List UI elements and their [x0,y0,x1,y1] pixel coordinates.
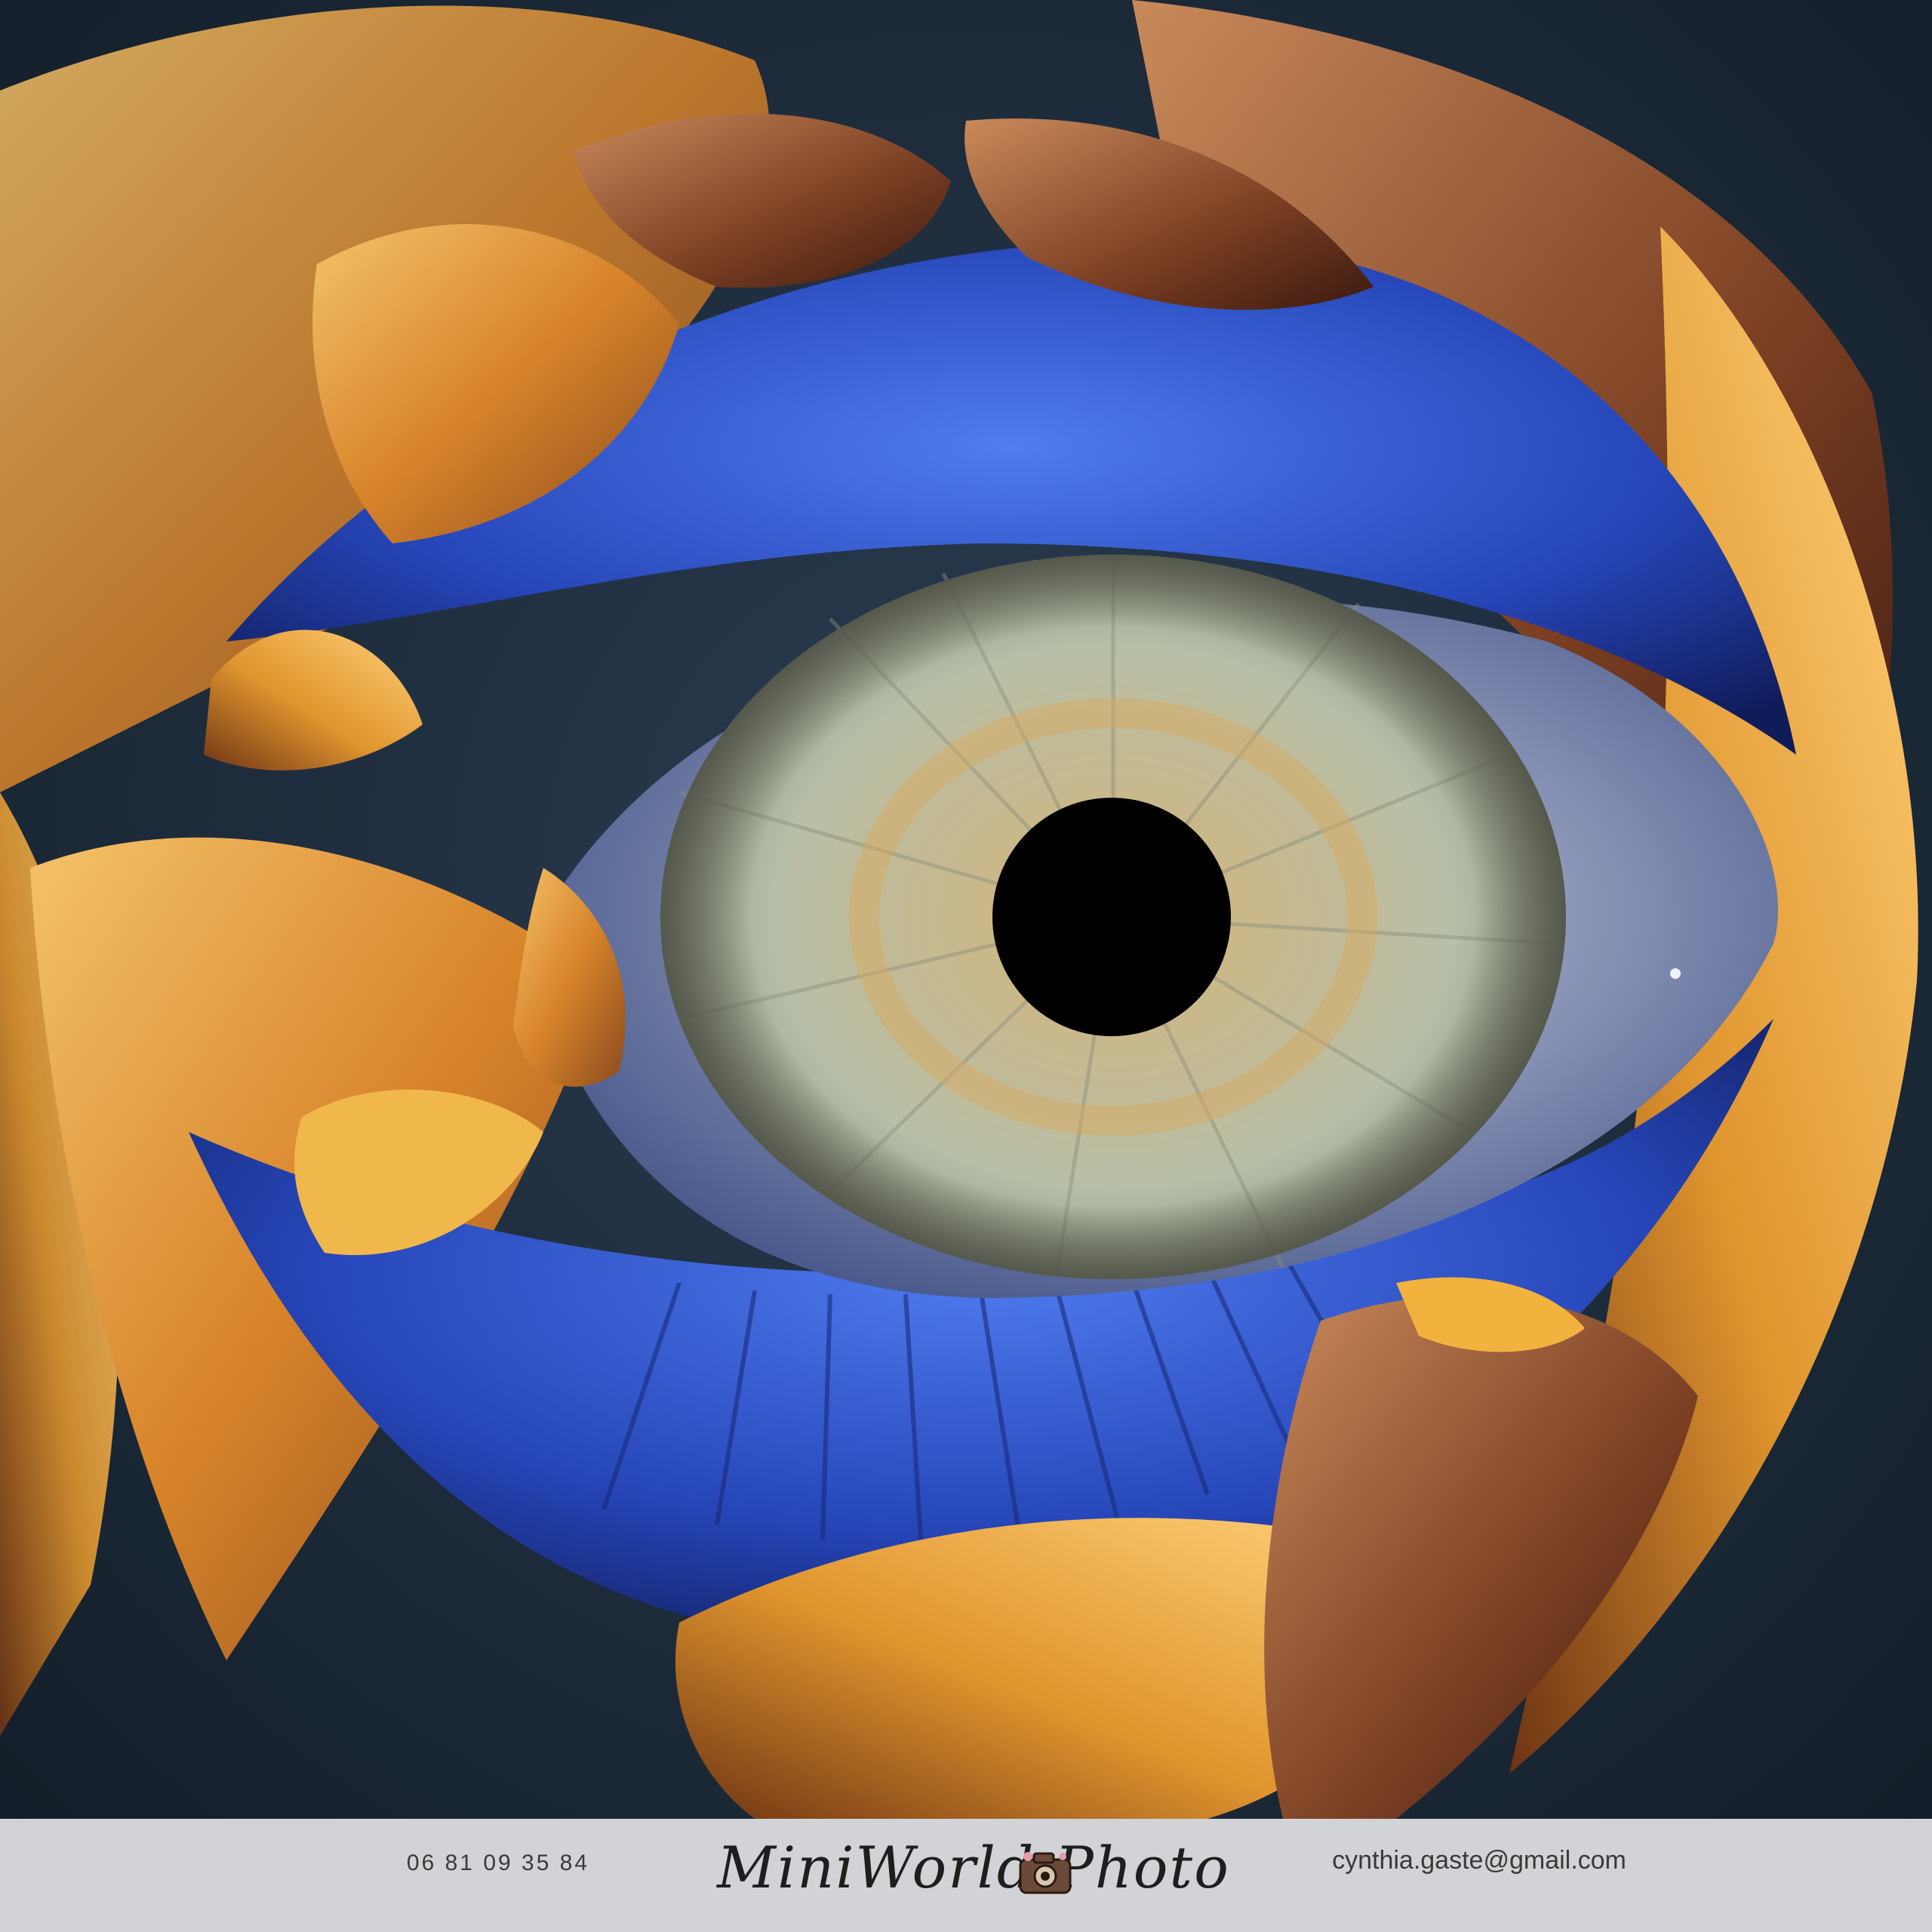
email-address: cynthia.gaste@gmail.com [1332,1846,1626,1875]
photo-canvas: 06 81 09 35 84 MiniWorld Photo cynthia.g… [0,0,1932,1932]
brand-name: MiniWorld Photo [717,1834,1230,1901]
camera-icon [1019,1852,1072,1894]
brand-logo: MiniWorld Photo [687,1826,1260,1924]
eye-flower-artwork [0,0,1932,1932]
phone-number: 06 81 09 35 84 [406,1850,590,1875]
